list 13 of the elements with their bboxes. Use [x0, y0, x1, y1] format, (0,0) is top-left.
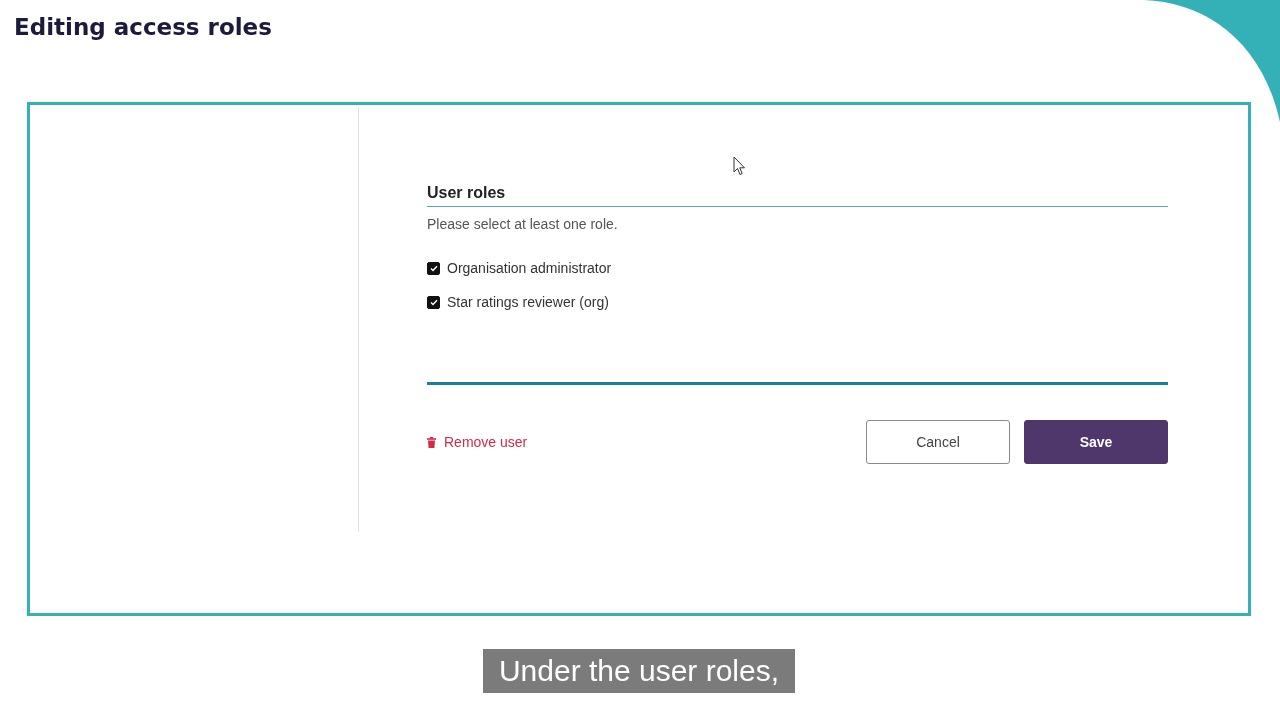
mouse-pointer-icon [733, 156, 747, 177]
subtitle-caption: Under the user roles, [483, 649, 795, 693]
checkbox[interactable] [427, 261, 440, 275]
checkbox[interactable] [427, 295, 440, 309]
role-label: Star ratings reviewer (org) [447, 293, 609, 312]
page-title: Editing access roles [14, 13, 272, 42]
section-title: User roles [427, 183, 1168, 207]
trash-icon [427, 436, 436, 448]
remove-user-link[interactable]: Remove user [427, 433, 528, 451]
role-label: Organisation administrator [447, 259, 612, 278]
hint-text: Please select at least one role. [427, 215, 619, 233]
cancel-button[interactable]: Cancel [866, 420, 1010, 464]
save-button[interactable]: Save [1024, 420, 1168, 464]
